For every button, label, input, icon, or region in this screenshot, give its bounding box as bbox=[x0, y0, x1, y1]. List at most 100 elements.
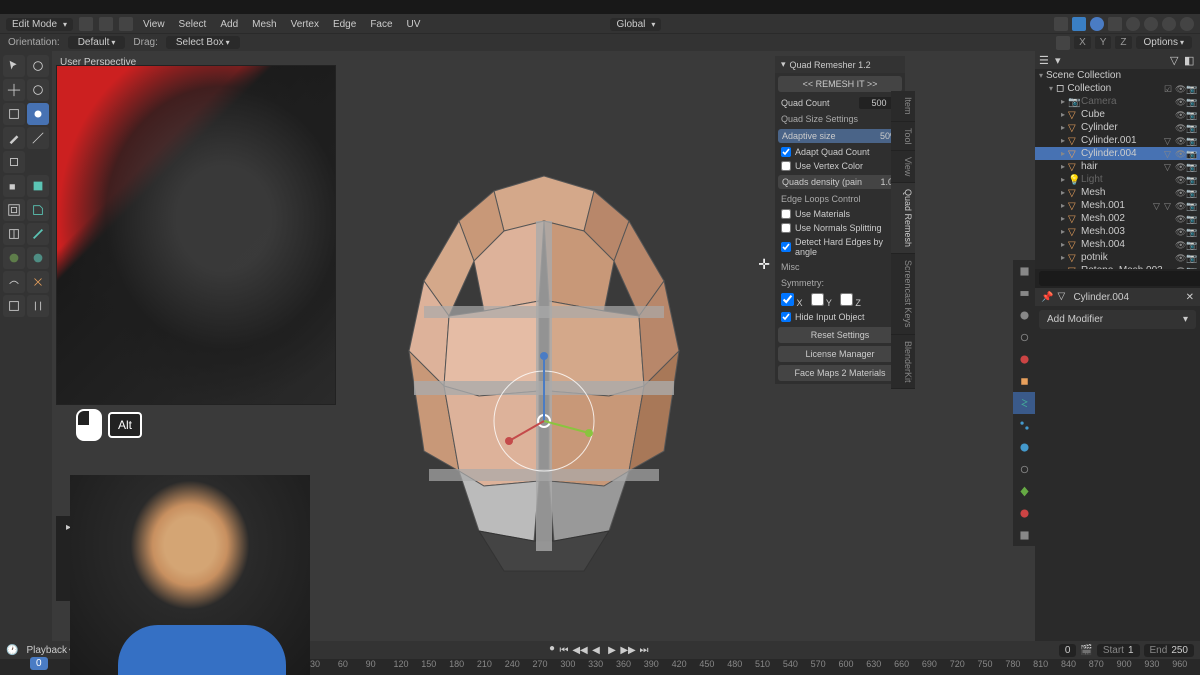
tool-cursor[interactable] bbox=[27, 55, 49, 77]
menu-mesh[interactable]: Mesh bbox=[248, 19, 280, 30]
current-frame-field[interactable]: 0 bbox=[1059, 644, 1077, 657]
props-tab-object[interactable] bbox=[1013, 370, 1035, 392]
props-pin-icon[interactable]: 📌 bbox=[1041, 292, 1053, 303]
outliner-tree[interactable]: ▾Scene Collection ▾◻Collection☑👁📷 ▸📷Came… bbox=[1035, 69, 1200, 269]
new-collection-icon[interactable]: ◧ bbox=[1184, 54, 1196, 66]
props-tab-material[interactable] bbox=[1013, 502, 1035, 524]
overlay-icon[interactable] bbox=[1108, 17, 1122, 31]
tool-edge-slide[interactable] bbox=[27, 271, 49, 293]
outliner-type-icon[interactable]: ☰ bbox=[1039, 54, 1051, 66]
outliner-search-input[interactable] bbox=[1039, 271, 1200, 286]
outliner-item-mesh001[interactable]: ▸Mesh.001▽▽👁📷 bbox=[1035, 199, 1200, 212]
magnet-icon[interactable] bbox=[1054, 17, 1068, 31]
use-materials-checkbox[interactable] bbox=[781, 209, 791, 219]
select-mode-edge-icon[interactable] bbox=[99, 17, 113, 31]
transform-orientation-dropdown[interactable]: Global bbox=[610, 18, 661, 31]
axis-z[interactable]: Z bbox=[1115, 36, 1131, 49]
tool-rotate[interactable] bbox=[27, 79, 49, 101]
qr-header[interactable]: ▾Quad Remesher 1.2 bbox=[775, 56, 905, 73]
props-tab-texture[interactable] bbox=[1013, 524, 1035, 546]
outliner-item-cylinder[interactable]: ▸Cylinder👁📷 bbox=[1035, 121, 1200, 134]
tool-transform[interactable] bbox=[27, 103, 49, 125]
outliner-item-hair[interactable]: ▸hair▽👁📷 bbox=[1035, 160, 1200, 173]
outliner-item-cube[interactable]: ▸Cube👁📷 bbox=[1035, 108, 1200, 121]
axis-x[interactable]: X bbox=[1074, 36, 1091, 49]
outliner-item-mesh004[interactable]: ▸Mesh.004👁📷 bbox=[1035, 238, 1200, 251]
snap-dropdown-icon[interactable] bbox=[1072, 17, 1086, 31]
orientation-dropdown[interactable]: Default bbox=[68, 36, 126, 49]
tab-blenderkit[interactable]: BlenderKit bbox=[891, 335, 915, 390]
outliner-item-mesh[interactable]: ▸Mesh👁📷 bbox=[1035, 186, 1200, 199]
menu-vertex[interactable]: Vertex bbox=[287, 19, 323, 30]
tool-scale[interactable] bbox=[3, 103, 25, 125]
jump-end-button[interactable]: ⏭ bbox=[637, 643, 651, 657]
menu-add[interactable]: Add bbox=[216, 19, 242, 30]
props-tab-output[interactable] bbox=[1013, 282, 1035, 304]
outliner-item-cylinder001[interactable]: ▸Cylinder.001▽👁📷 bbox=[1035, 134, 1200, 147]
tab-view[interactable]: View bbox=[891, 151, 915, 183]
outliner-display-icon[interactable]: ▾ bbox=[1055, 54, 1067, 66]
menu-view[interactable]: View bbox=[139, 19, 169, 30]
shading-rendered-icon[interactable] bbox=[1180, 17, 1194, 31]
tab-tool[interactable]: Tool bbox=[891, 122, 915, 152]
outliner-item-light[interactable]: ▸💡Light👁📷 bbox=[1035, 173, 1200, 186]
tool-rip[interactable] bbox=[27, 295, 49, 317]
facemaps-button[interactable]: Face Maps 2 Materials bbox=[778, 365, 902, 381]
tab-quad-remesh[interactable]: Quad Remesh bbox=[891, 183, 915, 254]
tool-smooth[interactable] bbox=[3, 271, 25, 293]
autokey-icon[interactable]: ● bbox=[549, 643, 555, 657]
shading-wireframe-icon[interactable] bbox=[1126, 17, 1140, 31]
props-tab-modifier[interactable] bbox=[1013, 392, 1035, 414]
tool-select-box[interactable] bbox=[3, 55, 25, 77]
scene-collection-item[interactable]: ▾Scene Collection bbox=[1035, 69, 1200, 82]
add-modifier-dropdown[interactable]: Add Modifier▾ bbox=[1039, 310, 1196, 329]
tool-move[interactable] bbox=[3, 79, 25, 101]
collection-item[interactable]: ▾◻Collection☑👁📷 bbox=[1035, 82, 1200, 95]
tab-item[interactable]: Item bbox=[891, 91, 915, 122]
tool-inset[interactable] bbox=[3, 199, 25, 221]
tool-add-cube[interactable] bbox=[3, 151, 25, 173]
timeline-type-icon[interactable]: 🕐 bbox=[6, 645, 18, 656]
proportional-icon[interactable] bbox=[1090, 17, 1104, 31]
play-button[interactable]: ▶ bbox=[605, 643, 619, 657]
license-manager-button[interactable]: License Manager bbox=[778, 346, 902, 362]
play-reverse-button[interactable]: ◀ bbox=[589, 643, 603, 657]
tool-bevel[interactable] bbox=[27, 199, 49, 221]
options-button[interactable]: Options bbox=[1136, 36, 1192, 49]
outliner-item-cylinder004[interactable]: ▸Cylinder.004▽👁📷 bbox=[1035, 147, 1200, 160]
tool-annotate[interactable] bbox=[3, 127, 25, 149]
tl-icon[interactable]: 🎬 bbox=[1080, 645, 1092, 656]
props-tab-data[interactable] bbox=[1013, 480, 1035, 502]
filter-icon[interactable]: ▽ bbox=[1170, 54, 1182, 66]
tool-loopcut[interactable] bbox=[3, 223, 25, 245]
props-tab-constraints[interactable] bbox=[1013, 458, 1035, 480]
use-vertex-checkbox[interactable] bbox=[781, 161, 791, 171]
hide-input-checkbox[interactable] bbox=[781, 312, 791, 322]
outliner-item-mesh003[interactable]: ▸Mesh.003👁📷 bbox=[1035, 225, 1200, 238]
menu-uv[interactable]: UV bbox=[403, 19, 425, 30]
tool-shrink[interactable] bbox=[3, 295, 25, 317]
sym-x-checkbox[interactable] bbox=[781, 293, 794, 306]
props-tab-scene[interactable] bbox=[1013, 326, 1035, 348]
playback-menu[interactable]: Playback bbox=[26, 645, 73, 656]
next-keyframe-button[interactable]: ▶▶ bbox=[621, 643, 635, 657]
menu-edge[interactable]: Edge bbox=[329, 19, 360, 30]
shading-material-icon[interactable] bbox=[1162, 17, 1176, 31]
tool-extrude-manifold[interactable] bbox=[27, 175, 49, 197]
props-tab-world[interactable] bbox=[1013, 348, 1035, 370]
end-frame-field[interactable]: End250 bbox=[1144, 644, 1194, 657]
props-tab-particles[interactable] bbox=[1013, 414, 1035, 436]
mirror-icon[interactable] bbox=[1056, 36, 1070, 50]
adapt-quad-checkbox[interactable] bbox=[781, 147, 791, 157]
tab-screencast[interactable]: Screencast Keys bbox=[891, 254, 915, 335]
prev-keyframe-button[interactable]: ◀◀ bbox=[573, 643, 587, 657]
tool-polybuild[interactable] bbox=[3, 247, 25, 269]
tool-knife[interactable] bbox=[27, 223, 49, 245]
reset-settings-button[interactable]: Reset Settings bbox=[778, 327, 902, 343]
tool-spin[interactable] bbox=[27, 247, 49, 269]
mode-dropdown[interactable]: Edit Mode bbox=[6, 18, 73, 31]
remesh-button[interactable]: << REMESH IT >> bbox=[778, 76, 902, 92]
tool-extrude[interactable] bbox=[3, 175, 25, 197]
sym-y-checkbox[interactable] bbox=[811, 293, 824, 306]
sym-z-checkbox[interactable] bbox=[840, 293, 853, 306]
